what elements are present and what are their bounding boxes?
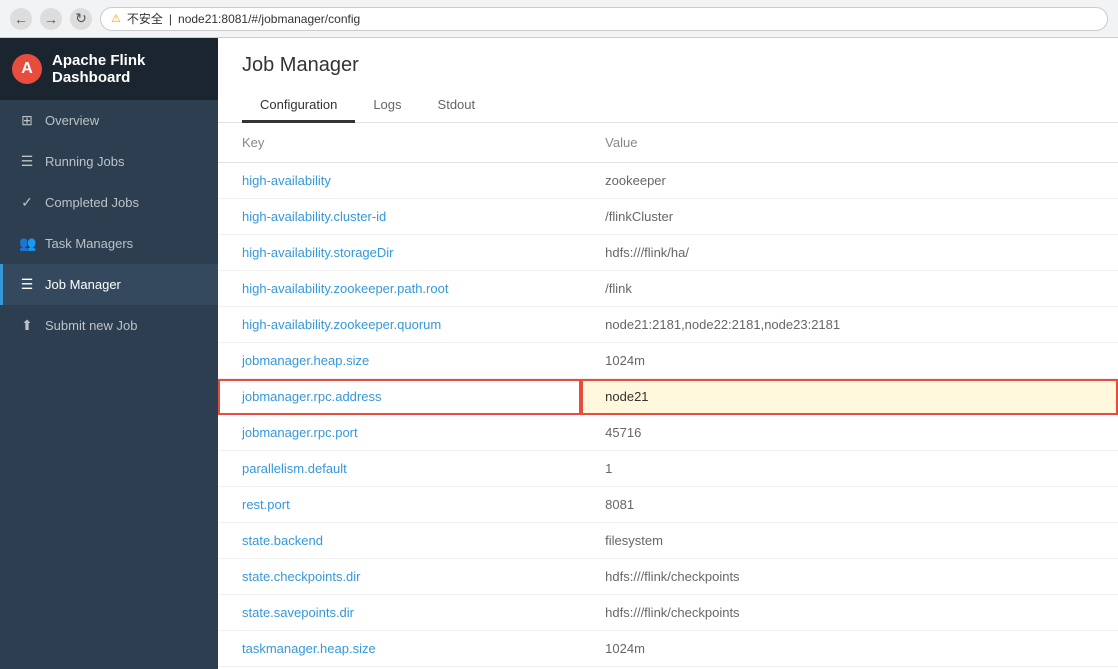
table-row: high-availability.cluster-id/flinkCluste… bbox=[218, 199, 1118, 235]
sidebar-item-label-completed-jobs: Completed Jobs bbox=[45, 195, 139, 210]
key-cell: high-availability.zookeeper.quorum bbox=[218, 307, 581, 343]
task-managers-icon: 👥 bbox=[19, 235, 35, 252]
key-cell: parallelism.default bbox=[218, 451, 581, 487]
url-text: 不安全 bbox=[127, 10, 163, 27]
tabs: Configuration Logs Stdout bbox=[242, 89, 1094, 122]
key-cell: high-availability.zookeeper.path.root bbox=[218, 271, 581, 307]
config-table: Key Value high-availabilityzookeeperhigh… bbox=[218, 123, 1118, 669]
tab-configuration[interactable]: Configuration bbox=[242, 89, 355, 123]
tab-stdout[interactable]: Stdout bbox=[420, 89, 494, 123]
forward-button[interactable]: → bbox=[40, 8, 62, 30]
value-cell: hdfs:///flink/ha/ bbox=[581, 235, 1118, 271]
security-icon: ⚠ bbox=[111, 12, 121, 25]
sidebar-item-overview[interactable]: ⊞ Overview bbox=[0, 100, 218, 141]
overview-icon: ⊞ bbox=[19, 112, 35, 129]
value-cell: 1024m bbox=[581, 343, 1118, 379]
value-cell: node21 bbox=[581, 379, 1118, 415]
table-row: high-availability.zookeeper.quorumnode21… bbox=[218, 307, 1118, 343]
page-title: Job Manager bbox=[242, 54, 1094, 77]
value-cell: /flink bbox=[581, 271, 1118, 307]
sidebar-item-running-jobs[interactable]: ☰ Running Jobs bbox=[0, 141, 218, 182]
key-cell: high-availability bbox=[218, 163, 581, 199]
key-cell: state.backend bbox=[218, 523, 581, 559]
table-header-row: Key Value bbox=[218, 123, 1118, 163]
value-cell: filesystem bbox=[581, 523, 1118, 559]
url-value: node21:8081/#/jobmanager/config bbox=[178, 12, 360, 26]
value-cell: hdfs:///flink/checkpoints bbox=[581, 595, 1118, 631]
completed-jobs-icon: ✓ bbox=[19, 194, 35, 211]
sidebar-item-job-manager[interactable]: ☰ Job Manager bbox=[0, 264, 218, 305]
key-cell: high-availability.storageDir bbox=[218, 235, 581, 271]
sidebar-logo: A bbox=[12, 54, 42, 84]
sidebar: A Apache Flink Dashboard ⊞ Overview ☰ Ru… bbox=[0, 38, 218, 669]
submit-new-job-icon: ⬆ bbox=[19, 317, 35, 334]
table-row: state.savepoints.dirhdfs:///flink/checkp… bbox=[218, 595, 1118, 631]
key-cell: state.savepoints.dir bbox=[218, 595, 581, 631]
reload-button[interactable]: ↻ bbox=[70, 8, 92, 30]
browser-chrome: ← → ↻ ⚠ 不安全 | node21:8081/#/jobmanager/c… bbox=[0, 0, 1118, 38]
col-header-key: Key bbox=[218, 123, 581, 163]
key-cell: taskmanager.heap.size bbox=[218, 631, 581, 667]
value-cell: hdfs:///flink/checkpoints bbox=[581, 559, 1118, 595]
table-row: jobmanager.rpc.port45716 bbox=[218, 415, 1118, 451]
sidebar-item-task-managers[interactable]: 👥 Task Managers bbox=[0, 223, 218, 264]
address-bar[interactable]: ⚠ 不安全 | node21:8081/#/jobmanager/config bbox=[100, 7, 1108, 31]
table-row: state.backendfilesystem bbox=[218, 523, 1118, 559]
table-row: high-availability.zookeeper.path.root/fl… bbox=[218, 271, 1118, 307]
key-cell: rest.port bbox=[218, 487, 581, 523]
sidebar-header: A Apache Flink Dashboard bbox=[0, 38, 218, 100]
table-row: parallelism.default1 bbox=[218, 451, 1118, 487]
col-header-value: Value bbox=[581, 123, 1118, 163]
table-row: jobmanager.heap.size1024m bbox=[218, 343, 1118, 379]
main-content: Job Manager Configuration Logs Stdout Ke… bbox=[218, 38, 1118, 669]
running-jobs-icon: ☰ bbox=[19, 153, 35, 170]
sidebar-item-label-running-jobs: Running Jobs bbox=[45, 154, 125, 169]
value-cell: 1 bbox=[581, 451, 1118, 487]
table-container[interactable]: Key Value high-availabilityzookeeperhigh… bbox=[218, 123, 1118, 669]
value-cell: zookeeper bbox=[581, 163, 1118, 199]
key-cell: jobmanager.heap.size bbox=[218, 343, 581, 379]
table-row: rest.port8081 bbox=[218, 487, 1118, 523]
value-cell: 1024m bbox=[581, 631, 1118, 667]
app-container: A Apache Flink Dashboard ⊞ Overview ☰ Ru… bbox=[0, 38, 1118, 669]
back-button[interactable]: ← bbox=[10, 8, 32, 30]
sidebar-item-submit-new-job[interactable]: ⬆ Submit new Job bbox=[0, 305, 218, 346]
value-cell: node21:2181,node22:2181,node23:2181 bbox=[581, 307, 1118, 343]
sidebar-item-label-task-managers: Task Managers bbox=[45, 236, 133, 251]
key-cell: high-availability.cluster-id bbox=[218, 199, 581, 235]
value-cell: 8081 bbox=[581, 487, 1118, 523]
value-cell: 45716 bbox=[581, 415, 1118, 451]
tab-logs[interactable]: Logs bbox=[355, 89, 419, 123]
table-row: high-availability.storageDirhdfs:///flin… bbox=[218, 235, 1118, 271]
table-row: state.checkpoints.dirhdfs:///flink/check… bbox=[218, 559, 1118, 595]
sidebar-item-label-overview: Overview bbox=[45, 113, 99, 128]
url-separator: | bbox=[169, 12, 172, 26]
job-manager-icon: ☰ bbox=[19, 276, 35, 293]
sidebar-item-completed-jobs[interactable]: ✓ Completed Jobs bbox=[0, 182, 218, 223]
value-cell: /flinkCluster bbox=[581, 199, 1118, 235]
main-header: Job Manager Configuration Logs Stdout bbox=[218, 38, 1118, 123]
sidebar-item-label-job-manager: Job Manager bbox=[45, 277, 121, 292]
logo-letter: A bbox=[21, 60, 33, 78]
sidebar-item-label-submit-new-job: Submit new Job bbox=[45, 318, 138, 333]
key-cell: state.checkpoints.dir bbox=[218, 559, 581, 595]
table-row: taskmanager.heap.size1024m bbox=[218, 631, 1118, 667]
table-row: high-availabilityzookeeper bbox=[218, 163, 1118, 199]
table-row: jobmanager.rpc.addressnode21 bbox=[218, 379, 1118, 415]
key-cell: jobmanager.rpc.address bbox=[218, 379, 581, 415]
key-cell: jobmanager.rpc.port bbox=[218, 415, 581, 451]
sidebar-title: Apache Flink Dashboard bbox=[52, 52, 206, 86]
